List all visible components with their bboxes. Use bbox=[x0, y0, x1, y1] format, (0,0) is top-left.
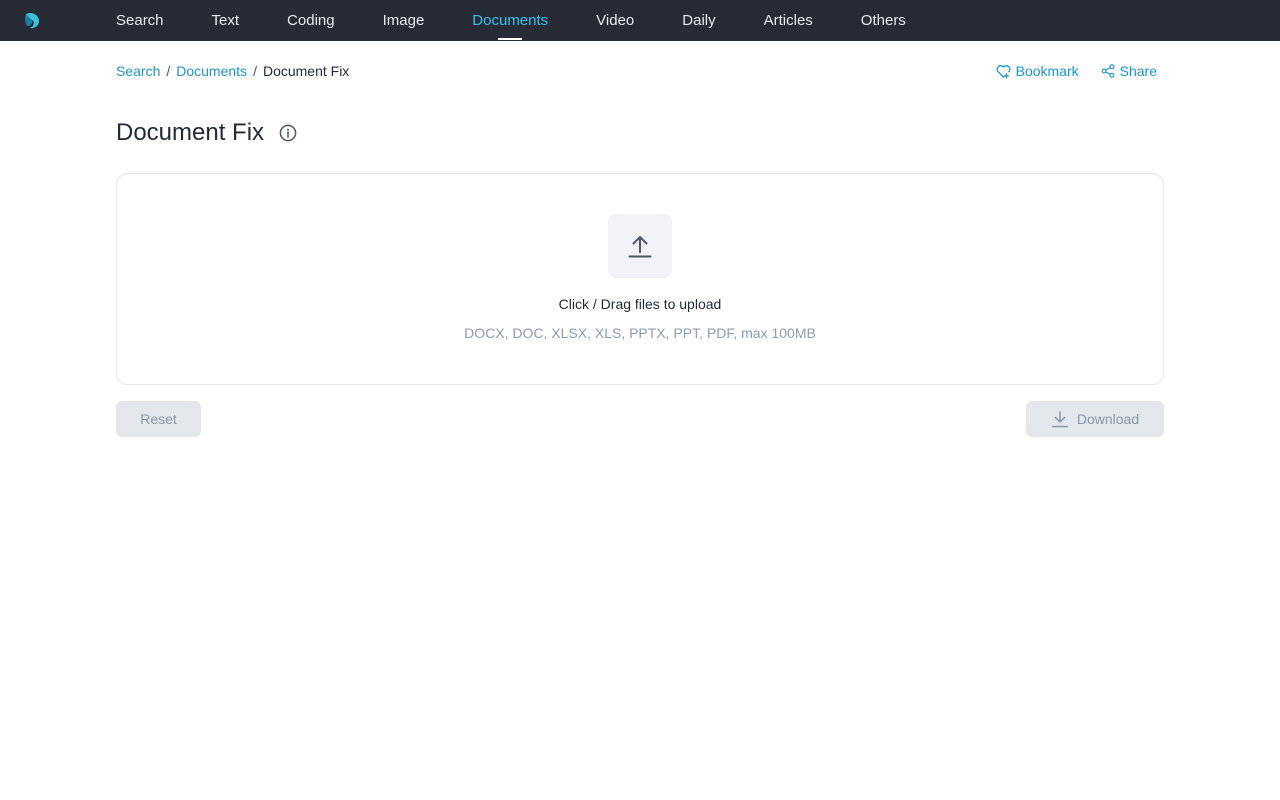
share-button[interactable]: Share bbox=[1101, 63, 1157, 79]
upload-dropzone[interactable]: Click / Drag files to upload DOCX, DOC, … bbox=[116, 173, 1164, 385]
upload-icon bbox=[628, 236, 652, 258]
nav-item-documents[interactable]: Documents bbox=[472, 0, 548, 41]
logo-icon[interactable] bbox=[22, 10, 42, 30]
share-label: Share bbox=[1119, 63, 1157, 79]
info-icon[interactable] bbox=[279, 124, 297, 142]
page-title: Document Fix bbox=[116, 119, 265, 146]
upload-prompt: Click / Drag files to upload bbox=[558, 296, 722, 312]
title-row: Document Fix bbox=[116, 117, 297, 149]
breadcrumb-link-documents[interactable]: Documents bbox=[176, 63, 247, 79]
nav-item-search[interactable]: Search bbox=[116, 0, 164, 41]
upload-icon-box bbox=[608, 214, 672, 278]
heart-icon bbox=[996, 64, 1011, 79]
bookmark-button[interactable]: Bookmark bbox=[996, 63, 1079, 79]
nav-item-video[interactable]: Video bbox=[596, 0, 634, 41]
breadcrumb: Search / Documents / Document Fix bbox=[116, 62, 349, 80]
nav-item-coding[interactable]: Coding bbox=[287, 0, 335, 41]
breadcrumb-separator: / bbox=[253, 63, 257, 79]
page-actions: Bookmark Share bbox=[974, 62, 1157, 80]
upload-hint: DOCX, DOC, XLSX, XLS, PPTX, PPT, PDF, ma… bbox=[464, 325, 816, 341]
breadcrumb-current: Document Fix bbox=[262, 63, 350, 79]
nav-menu: Search Text Coding Image Documents Video… bbox=[116, 0, 954, 41]
reset-button[interactable]: Reset bbox=[116, 401, 201, 437]
breadcrumb-link-search[interactable]: Search bbox=[116, 63, 160, 79]
download-button[interactable]: Download bbox=[1026, 401, 1164, 437]
top-navigation: Search Text Coding Image Documents Video… bbox=[0, 0, 1280, 41]
nav-item-text[interactable]: Text bbox=[212, 0, 240, 41]
reset-label: Reset bbox=[140, 411, 177, 427]
download-label: Download bbox=[1076, 411, 1140, 427]
nav-item-articles[interactable]: Articles bbox=[764, 0, 813, 41]
nav-item-image[interactable]: Image bbox=[383, 0, 425, 41]
nav-item-daily[interactable]: Daily bbox=[682, 0, 715, 41]
download-icon bbox=[1051, 411, 1069, 428]
share-icon bbox=[1101, 64, 1115, 78]
nav-item-others[interactable]: Others bbox=[861, 0, 906, 41]
bookmark-label: Bookmark bbox=[1015, 63, 1079, 79]
breadcrumb-separator: / bbox=[166, 63, 171, 79]
